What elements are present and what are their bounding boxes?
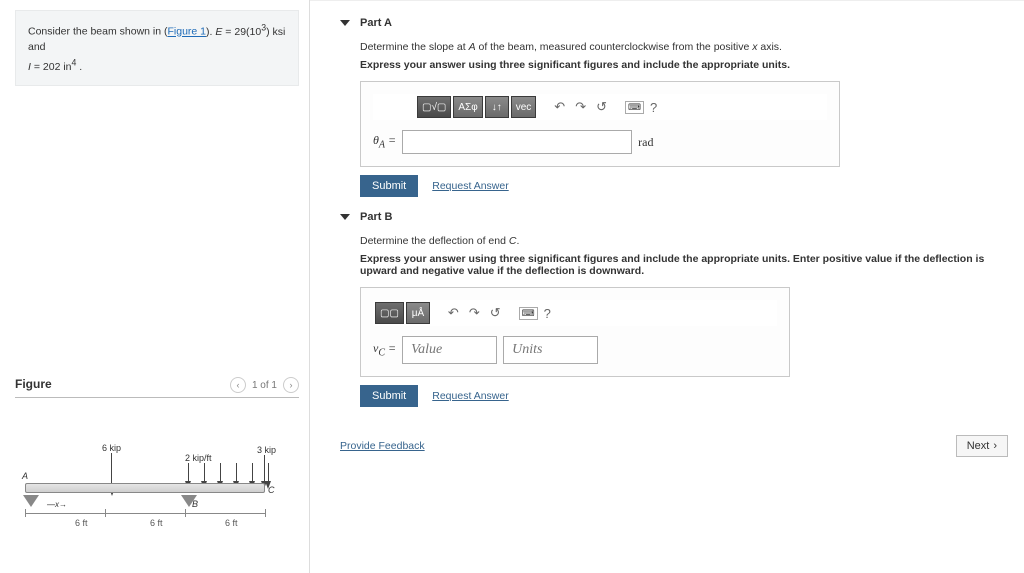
part-b-value-input[interactable] bbox=[402, 336, 497, 364]
part-b-prompt: Determine the deflection of end C. bbox=[360, 235, 1008, 247]
units-button[interactable]: μÅ bbox=[406, 302, 430, 324]
part-b-instructions: Express your answer using three signific… bbox=[360, 253, 1008, 277]
figure-counter: 1 of 1 bbox=[252, 380, 277, 391]
undo-button-b[interactable]: ↶ bbox=[444, 305, 463, 321]
part-a-toolbar: ▢√▢ ΑΣφ ↓↑ vec ↶ ↷ ↺ ⌨ ? bbox=[373, 94, 827, 120]
part-b-units-input[interactable] bbox=[503, 336, 598, 364]
part-a-value-input[interactable] bbox=[402, 130, 632, 154]
part-b-header[interactable]: Part B bbox=[340, 205, 1008, 229]
keyboard-button[interactable]: ⌨ bbox=[625, 101, 644, 114]
redo-button[interactable]: ↷ bbox=[571, 99, 590, 115]
figure-link[interactable]: Figure 1 bbox=[168, 26, 207, 38]
reset-button-b[interactable]: ↺ bbox=[486, 305, 505, 321]
part-b-variable: vC = bbox=[373, 341, 396, 358]
caret-down-icon bbox=[340, 20, 350, 26]
keyboard-button-b[interactable]: ⌨ bbox=[519, 307, 538, 320]
help-button[interactable]: ? bbox=[646, 100, 661, 115]
provide-feedback-link[interactable]: Provide Feedback bbox=[340, 440, 425, 452]
part-a-answer-box: ▢√▢ ΑΣφ ↓↑ vec ↶ ↷ ↺ ⌨ ? θA = rad bbox=[360, 81, 840, 167]
undo-button[interactable]: ↶ bbox=[550, 99, 569, 115]
part-a-prompt: Determine the slope at A of the beam, me… bbox=[360, 41, 1008, 53]
problem-statement: Consider the beam shown in (Figure 1). E… bbox=[15, 10, 299, 86]
figure-title: Figure bbox=[15, 377, 52, 393]
next-label: Next bbox=[967, 440, 990, 452]
help-button-b[interactable]: ? bbox=[540, 306, 555, 321]
point-c-label: C bbox=[268, 485, 275, 495]
subscript-button[interactable]: ↓↑ bbox=[485, 96, 509, 118]
part-b-toolbar: ▢▢ μÅ ↶ ↷ ↺ ⌨ ? bbox=[373, 300, 777, 326]
vector-button[interactable]: vec bbox=[511, 96, 537, 118]
figure-next-button[interactable]: › bbox=[283, 377, 299, 393]
redo-button-b[interactable]: ↷ bbox=[465, 305, 484, 321]
x-axis-label: —x→ bbox=[47, 500, 67, 509]
part-a-variable: θA = bbox=[373, 133, 396, 150]
dim-2: 6 ft bbox=[150, 518, 163, 528]
template-button-b[interactable]: ▢▢ bbox=[375, 302, 404, 324]
part-a-header[interactable]: Part A bbox=[340, 11, 1008, 35]
part-a-request-answer-link[interactable]: Request Answer bbox=[432, 180, 508, 192]
chevron-right-icon: › bbox=[993, 440, 997, 452]
template-button[interactable]: ▢√▢ bbox=[417, 96, 451, 118]
part-b-title: Part B bbox=[360, 211, 392, 223]
load-2kipft-label: 2 kip/ft bbox=[185, 453, 212, 463]
point-a-label: A bbox=[22, 471, 28, 481]
dim-1: 6 ft bbox=[75, 518, 88, 528]
part-b-submit-button[interactable]: Submit bbox=[360, 385, 418, 407]
problem-prefix: Consider the beam shown in ( bbox=[28, 26, 168, 38]
part-b-answer-box: ▢▢ μÅ ↶ ↷ ↺ ⌨ ? vC = bbox=[360, 287, 790, 377]
reset-button[interactable]: ↺ bbox=[592, 99, 611, 115]
figure-diagram: 6 kip 2 kip/ft 3 kip A B C —x→ bbox=[25, 413, 295, 543]
part-a-instructions: Express your answer using three signific… bbox=[360, 59, 1008, 71]
figure-prev-button[interactable]: ‹ bbox=[230, 377, 246, 393]
part-a-title: Part A bbox=[360, 17, 392, 29]
next-button[interactable]: Next › bbox=[956, 435, 1008, 457]
part-a-submit-button[interactable]: Submit bbox=[360, 175, 418, 197]
figure-panel: Figure ‹ 1 of 1 › 6 kip 2 kip/ft 3 kip bbox=[15, 377, 299, 543]
load-3kip-label: 3 kip bbox=[257, 445, 276, 455]
dim-3: 6 ft bbox=[225, 518, 238, 528]
part-a-unit: rad bbox=[638, 135, 653, 150]
load-6kip-label: 6 kip bbox=[102, 443, 121, 453]
caret-down-icon bbox=[340, 214, 350, 220]
greek-button[interactable]: ΑΣφ bbox=[453, 96, 482, 118]
part-b-request-answer-link[interactable]: Request Answer bbox=[432, 390, 508, 402]
